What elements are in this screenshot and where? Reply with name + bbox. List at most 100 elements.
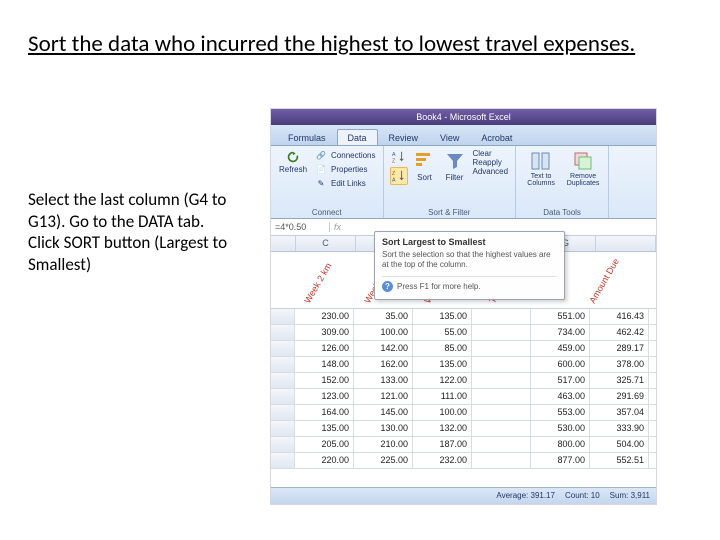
tooltip-title: Sort Largest to Smallest (382, 237, 557, 247)
cell[interactable]: 55.00 (413, 325, 472, 340)
col-header[interactable] (271, 236, 296, 251)
svg-text:Z: Z (392, 171, 396, 177)
cell[interactable]: 225.00 (354, 453, 413, 468)
cell[interactable]: 416.43 (590, 309, 649, 324)
cell[interactable]: 142.00 (354, 341, 413, 356)
reapply-button[interactable]: Reapply (472, 158, 510, 167)
cell[interactable]: 462.42 (590, 325, 649, 340)
col-header[interactable]: C (296, 236, 356, 251)
status-sum: Sum: 3,911 (610, 491, 650, 500)
cell[interactable]: 130.00 (354, 421, 413, 436)
cell[interactable]: 122.00 (413, 373, 472, 388)
cell[interactable]: 877.00 (531, 453, 590, 468)
connections-button[interactable]: 🔗Connections (313, 149, 376, 163)
name-box[interactable]: =4*0.50 (271, 222, 330, 232)
tab-acrobat[interactable]: Acrobat (470, 129, 523, 145)
tooltip-footer: ?Press F1 for more help. (382, 276, 557, 292)
cell[interactable]: 85.00 (413, 341, 472, 356)
cell[interactable]: 135.00 (295, 421, 354, 436)
cell[interactable]: 148.00 (295, 357, 354, 372)
cell[interactable] (472, 357, 531, 372)
ribbon: Refresh 🔗Connections 📄Properties ✎Edit L… (271, 146, 656, 219)
cell[interactable]: 378.00 (590, 357, 649, 372)
cell[interactable]: 123.00 (295, 389, 354, 404)
refresh-label: Refresh (279, 165, 307, 174)
cell[interactable] (472, 437, 531, 452)
cell[interactable]: 734.00 (531, 325, 590, 340)
link-icon: 🔗 (314, 149, 328, 163)
cell[interactable]: 463.00 (531, 389, 590, 404)
refresh-button[interactable]: Refresh (277, 149, 309, 175)
sort-az-button[interactable]: AZ (390, 149, 408, 165)
cell[interactable]: 289.17 (590, 341, 649, 356)
properties-button[interactable]: 📄Properties (313, 163, 376, 177)
cell[interactable] (472, 373, 531, 388)
cell[interactable] (472, 453, 531, 468)
group-label-connections: Connect (277, 208, 377, 217)
cell[interactable]: 111.00 (413, 389, 472, 404)
svg-text:A: A (392, 152, 396, 158)
cell[interactable]: 145.00 (354, 405, 413, 420)
cell[interactable]: 309.00 (295, 325, 354, 340)
cell[interactable]: 333.90 (590, 421, 649, 436)
tab-view[interactable]: View (429, 129, 470, 145)
edit-links-button[interactable]: ✎Edit Links (313, 177, 376, 191)
remove-dup-icon (572, 150, 594, 172)
cell[interactable]: 220.00 (295, 453, 354, 468)
cell[interactable] (472, 341, 531, 356)
cell[interactable]: 600.00 (531, 357, 590, 372)
cell[interactable]: 230.00 (295, 309, 354, 324)
table-row: 309.00100.0055.00 734.00462.42 (271, 325, 656, 341)
sort-za-button[interactable]: ZA (390, 167, 408, 185)
remove-duplicates-button[interactable]: Remove Duplicates (564, 149, 602, 188)
cell[interactable] (472, 421, 531, 436)
cell[interactable]: 325.71 (590, 373, 649, 388)
tab-review[interactable]: Review (378, 129, 430, 145)
group-label-sort: Sort & Filter (390, 208, 510, 217)
cell[interactable]: 800.00 (531, 437, 590, 452)
filter-button[interactable]: Filter (442, 149, 468, 183)
cell[interactable]: 135.00 (413, 309, 472, 324)
cell[interactable] (472, 389, 531, 404)
cell[interactable]: 551.00 (531, 309, 590, 324)
cell[interactable]: 35.00 (354, 309, 413, 324)
cell[interactable]: 357.04 (590, 405, 649, 420)
cell[interactable]: 517.00 (531, 373, 590, 388)
cell[interactable]: 459.00 (531, 341, 590, 356)
clear-button[interactable]: Clear (472, 149, 510, 158)
cell[interactable]: 504.00 (590, 437, 649, 452)
cell[interactable] (472, 309, 531, 324)
cell[interactable]: 210.00 (354, 437, 413, 452)
tab-data[interactable]: Data (337, 129, 378, 145)
group-data-tools: Text to Columns Remove Duplicates Data T… (516, 146, 609, 218)
fx-label: fx (330, 222, 345, 232)
col-header[interactable] (596, 236, 656, 251)
cell[interactable] (472, 325, 531, 340)
cell[interactable]: 232.00 (413, 453, 472, 468)
table-row: 126.00142.0085.00 459.00289.17 (271, 341, 656, 357)
sort-dialog-button[interactable]: Sort (412, 149, 438, 183)
data-grid: 230.0035.00135.00551.00416.43309.00100.0… (271, 309, 656, 469)
cell[interactable]: 552.51 (590, 453, 649, 468)
cell[interactable] (472, 405, 531, 420)
cell[interactable]: 135.00 (413, 357, 472, 372)
cell[interactable]: 553.00 (531, 405, 590, 420)
cell[interactable]: 162.00 (354, 357, 413, 372)
table-row: 152.00133.00122.00 517.00325.71 (271, 373, 656, 389)
cell[interactable]: 133.00 (354, 373, 413, 388)
cell[interactable]: 152.00 (295, 373, 354, 388)
cell[interactable]: 100.00 (413, 405, 472, 420)
cell[interactable]: 291.69 (590, 389, 649, 404)
cell[interactable]: 164.00 (295, 405, 354, 420)
cell[interactable]: 100.00 (354, 325, 413, 340)
cell[interactable]: 121.00 (354, 389, 413, 404)
cell[interactable]: 132.00 (413, 421, 472, 436)
tab-formulas[interactable]: Formulas (277, 129, 337, 145)
cell[interactable]: 187.00 (413, 437, 472, 452)
group-sort-filter: AZ ZA Sort Filter Clear Reapply Advanced… (384, 146, 517, 218)
text-to-columns-button[interactable]: Text to Columns (522, 149, 560, 188)
advanced-button[interactable]: Advanced (472, 167, 510, 176)
cell[interactable]: 530.00 (531, 421, 590, 436)
cell[interactable]: 126.00 (295, 341, 354, 356)
cell[interactable]: 205.00 (295, 437, 354, 452)
